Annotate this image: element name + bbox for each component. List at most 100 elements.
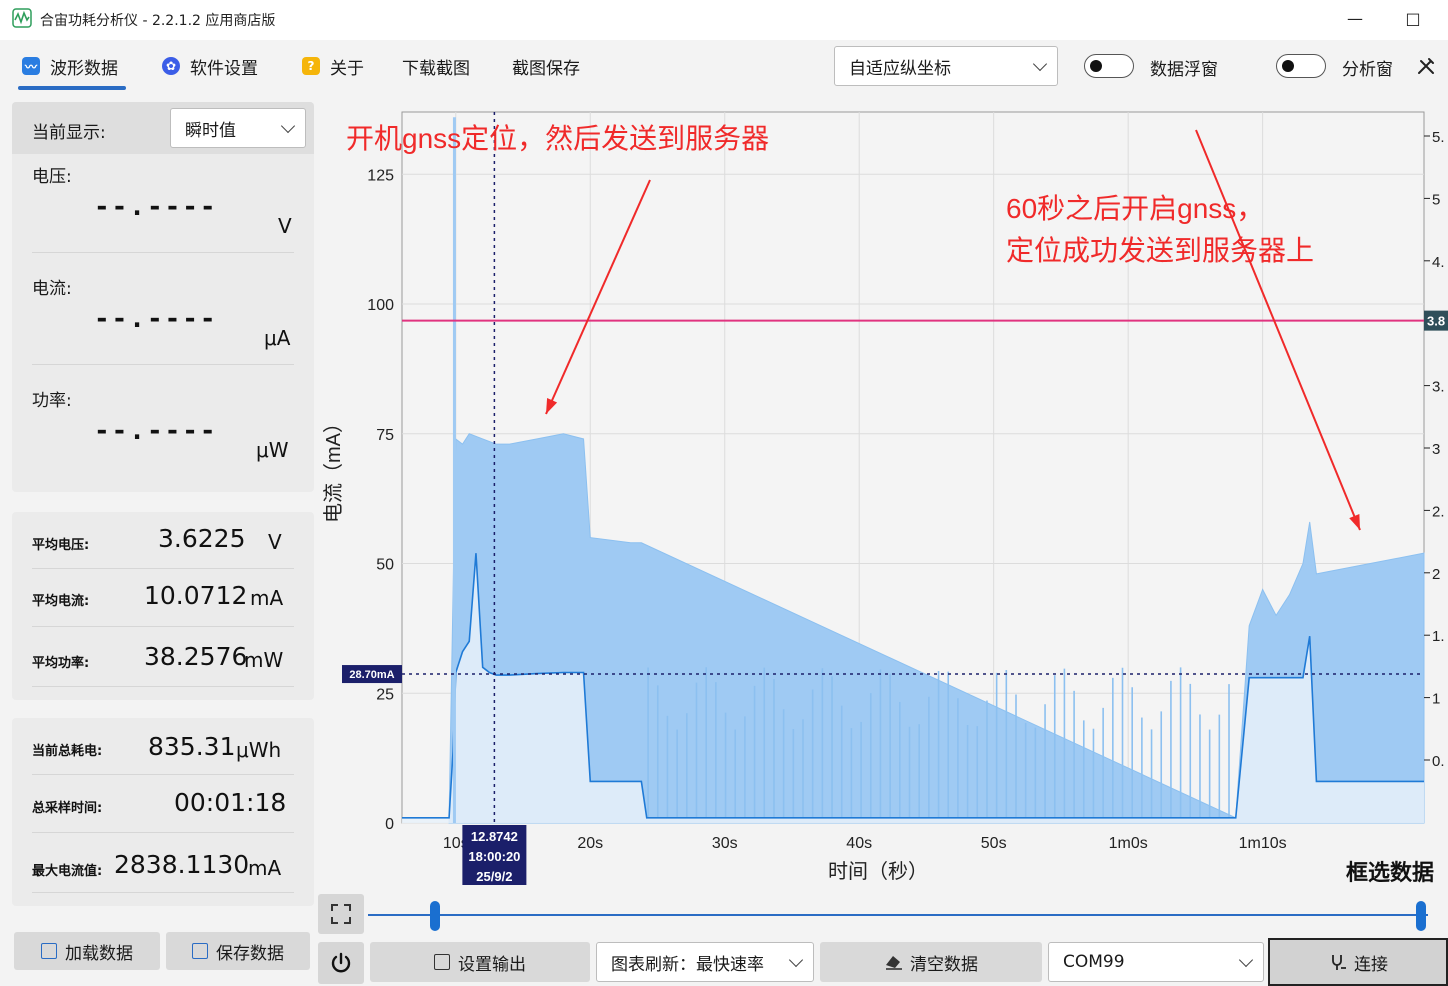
analysis-toggle[interactable]	[1276, 54, 1326, 78]
x-tick-label: 50s	[981, 835, 1007, 852]
tab-settings-label: 软件设置	[190, 58, 258, 79]
x-tick-label: 20s	[577, 835, 603, 852]
save-data-button[interactable]: 保存数据	[166, 932, 310, 970]
clear-data-button[interactable]: 清空数据	[820, 942, 1042, 982]
right-tick-label: 2.	[1432, 503, 1445, 520]
tab-about-label: 关于	[330, 58, 364, 79]
analysis-label: 分析窗	[1342, 60, 1393, 80]
divider	[32, 626, 294, 627]
annotation-text-1: 开机gnss定位，然后发送到服务器	[346, 123, 769, 154]
avg-voltage-label: 平均电压:	[32, 538, 90, 553]
title-bar: 合宙功耗分析仪 - 2.2.1.2 应用商店版 — □	[0, 0, 1448, 40]
divider	[32, 686, 294, 687]
tools-icon[interactable]	[1416, 56, 1436, 76]
y-tick-label: 0	[385, 816, 394, 833]
current-unit: μA	[264, 326, 291, 350]
right-axis-badge-label: 3.8	[1427, 314, 1445, 329]
y-tick-label: 100	[367, 297, 394, 314]
question-icon: ?	[302, 57, 320, 75]
refresh-rate-value: 图表刷新：最快速率	[611, 954, 764, 975]
avg-voltage-unit: V	[268, 530, 282, 554]
display-mode-select[interactable]: 瞬时值	[170, 108, 306, 148]
cursor-x-label: 12.8742	[471, 829, 518, 844]
x-tick-label: 30s	[712, 835, 738, 852]
current-value: --.----	[94, 304, 218, 334]
divider	[32, 774, 294, 775]
connect-button[interactable]: 连接	[1268, 938, 1448, 986]
divider	[32, 364, 294, 365]
download-screenshot-label: 下载截图	[402, 58, 470, 79]
avg-power-unit: mW	[244, 648, 284, 672]
data-float-toggle[interactable]	[1084, 54, 1134, 78]
total-energy-value: 835.31	[148, 732, 236, 761]
cursor-x-label: 25/9/2	[476, 869, 512, 884]
divider	[32, 252, 294, 253]
tab-about[interactable]: ? 关于	[302, 52, 364, 80]
right-tick-label: 1	[1432, 691, 1440, 708]
x-axis-label: 时间（秒）	[828, 860, 928, 883]
avg-current-value: 10.0712	[144, 581, 248, 610]
slider-handle-start[interactable]	[430, 901, 440, 931]
right-tick-label: 0.	[1432, 753, 1445, 770]
expand-icon	[331, 904, 351, 924]
annotation-text-3: 定位成功发送到服务器上	[1006, 235, 1314, 266]
y-tick-label: 25	[376, 686, 394, 703]
power-button[interactable]	[318, 942, 364, 984]
tab-waveform-label: 波形数据	[50, 58, 118, 79]
avg-power-label: 平均功率:	[32, 656, 90, 671]
clear-data-label: 清空数据	[910, 954, 978, 975]
save-screenshot-label: 截图保存	[512, 58, 580, 79]
total-energy-unit: μWh	[236, 738, 282, 762]
minimize-button[interactable]: —	[1340, 8, 1370, 30]
y-axis-label: 电流（mA）	[322, 413, 345, 523]
download-screenshot-button[interactable]: 下载截图	[402, 52, 470, 80]
max-current-label: 最大电流值:	[32, 864, 103, 879]
connect-label: 连接	[1354, 954, 1388, 975]
x-tick-label: 1m10s	[1239, 835, 1287, 852]
chevron-down-icon	[280, 118, 296, 134]
fullscreen-button[interactable]	[318, 894, 364, 934]
box-select-label[interactable]: 框选数据	[1346, 860, 1434, 885]
cursor-y-label: 28.70mA	[349, 669, 394, 681]
current-chart[interactable]: 10s 20s 30s 40s 50s 1m0s 1m10s025507510012528.…	[316, 96, 1448, 896]
power-unit: μW	[256, 438, 289, 462]
toggle-knob	[1282, 60, 1294, 72]
display-mode-value: 瞬时值	[185, 120, 236, 141]
power-value: --.----	[94, 416, 218, 446]
maximize-button[interactable]: □	[1398, 8, 1428, 30]
port-value: COM99	[1063, 952, 1125, 972]
annotation-text-2: 60秒之后开启gnss，	[1006, 193, 1264, 224]
chevron-down-icon	[1238, 952, 1254, 968]
tab-waveform[interactable]: 〰 波形数据	[22, 52, 118, 80]
refresh-rate-select[interactable]: 图表刷新：最快速率	[596, 942, 814, 982]
port-select[interactable]: COM99	[1048, 942, 1264, 982]
x-tick-label: 1m0s	[1109, 835, 1148, 852]
axis-mode-value: 自适应纵坐标	[849, 58, 951, 79]
right-tick-label: 2	[1432, 566, 1440, 583]
chevron-down-icon	[1032, 56, 1048, 72]
power-label: 功率:	[32, 391, 72, 411]
right-tick-label: 5.	[1432, 129, 1445, 146]
power-icon	[331, 952, 351, 973]
slider-handle-end[interactable]	[1416, 901, 1426, 931]
total-energy-label: 当前总耗电:	[32, 744, 103, 759]
right-tick-label: 5	[1432, 191, 1440, 208]
avg-current-unit: mA	[250, 586, 284, 610]
save-screenshot-button[interactable]: 截图保存	[512, 52, 580, 80]
output-settings-button[interactable]: 设置输出	[370, 942, 590, 982]
toggle-knob	[1090, 60, 1102, 72]
axis-mode-select[interactable]: 自适应纵坐标	[834, 46, 1058, 86]
load-data-button[interactable]: 加载数据	[14, 932, 160, 970]
toolbar: 〰 波形数据 ✿ 软件设置 ? 关于 下载截图 截图保存	[0, 40, 1448, 92]
current-label: 电流:	[32, 279, 72, 299]
x-tick-label: 40s	[846, 835, 872, 852]
tab-settings[interactable]: ✿ 软件设置	[162, 52, 258, 80]
time-range-slider[interactable]	[368, 914, 1428, 916]
gear-icon: ✿	[162, 57, 180, 75]
load-icon	[41, 943, 57, 959]
output-icon	[434, 954, 450, 970]
voltage-unit: V	[278, 214, 292, 238]
save-data-label: 保存数据	[216, 943, 284, 964]
active-tab-indicator	[18, 86, 126, 90]
y-tick-label: 125	[367, 167, 394, 184]
